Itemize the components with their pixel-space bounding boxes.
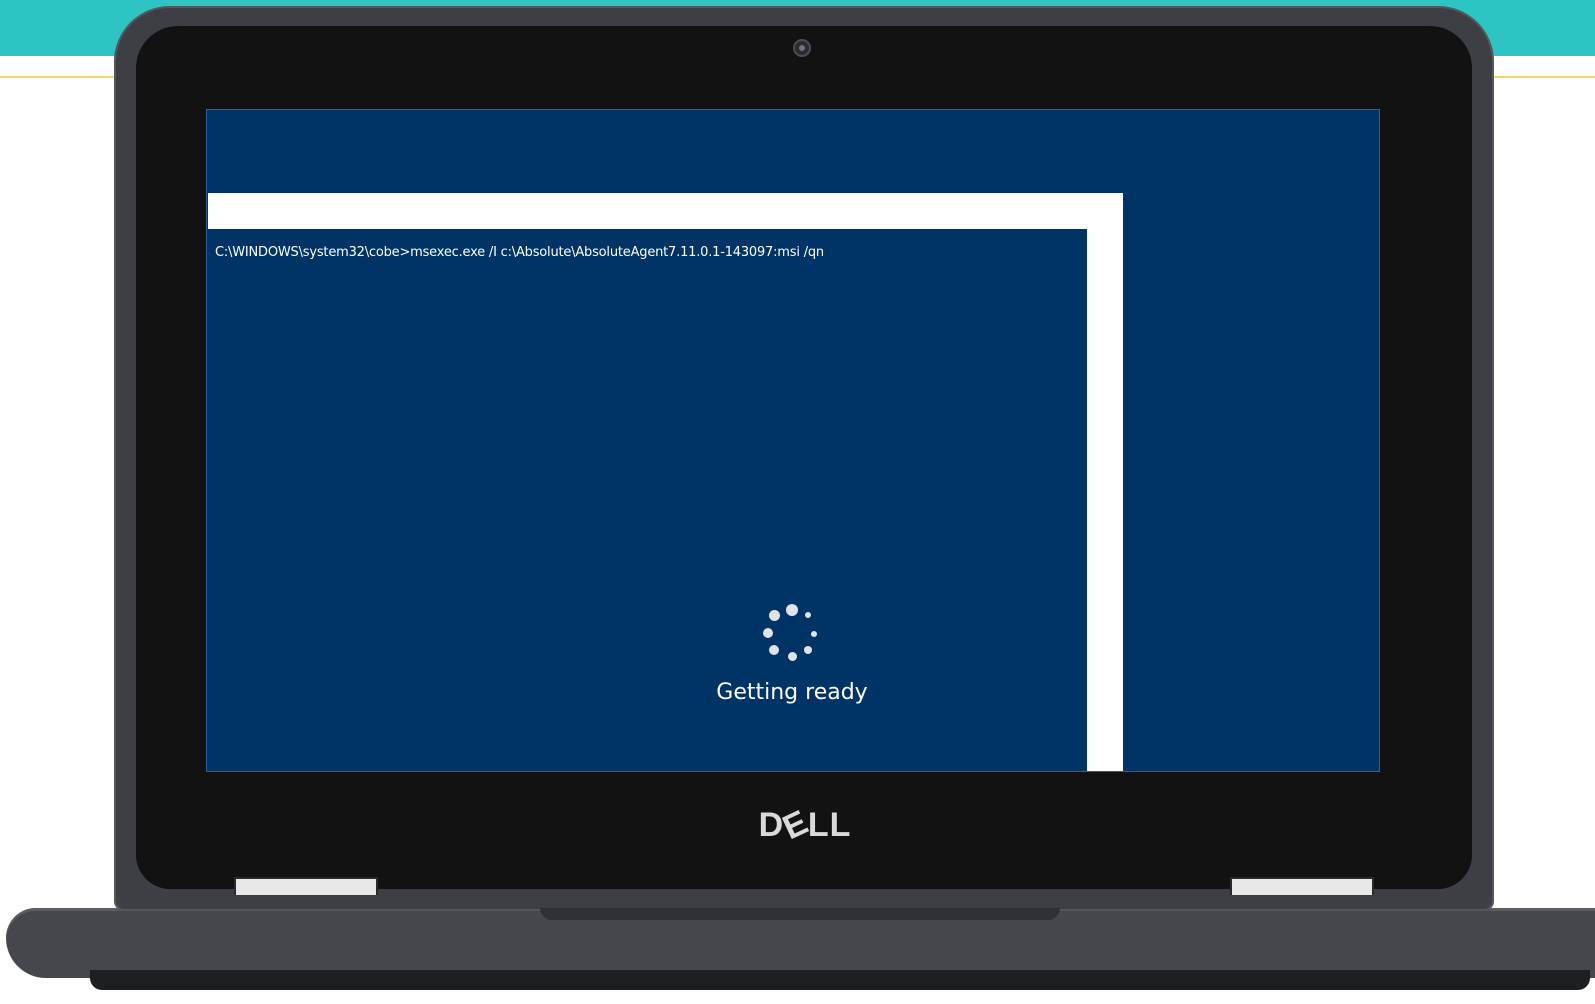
- laptop-lid: C:\WINDOWS\system32\cobe>msexec.exe /I c…: [114, 6, 1494, 911]
- screen-bezel: C:\WINDOWS\system32\cobe>msexec.exe /I c…: [136, 26, 1472, 889]
- left-hinge: [234, 877, 378, 895]
- page: C:\WINDOWS\system32\cobe>msexec.exe /I c…: [0, 0, 1595, 1004]
- dell-logo: DELL: [758, 802, 852, 848]
- status-text: Getting ready: [716, 680, 868, 705]
- laptop-base-underside: [90, 970, 1590, 990]
- command-line-text: C:\WINDOWS\system32\cobe>msexec.exe /I c…: [215, 245, 824, 260]
- webcam-icon: [795, 41, 809, 55]
- laptop-base-lip: [540, 908, 1060, 920]
- loading-spinner-icon: [762, 604, 820, 662]
- screen: C:\WINDOWS\system32\cobe>msexec.exe /I c…: [206, 109, 1380, 772]
- right-hinge: [1230, 877, 1374, 895]
